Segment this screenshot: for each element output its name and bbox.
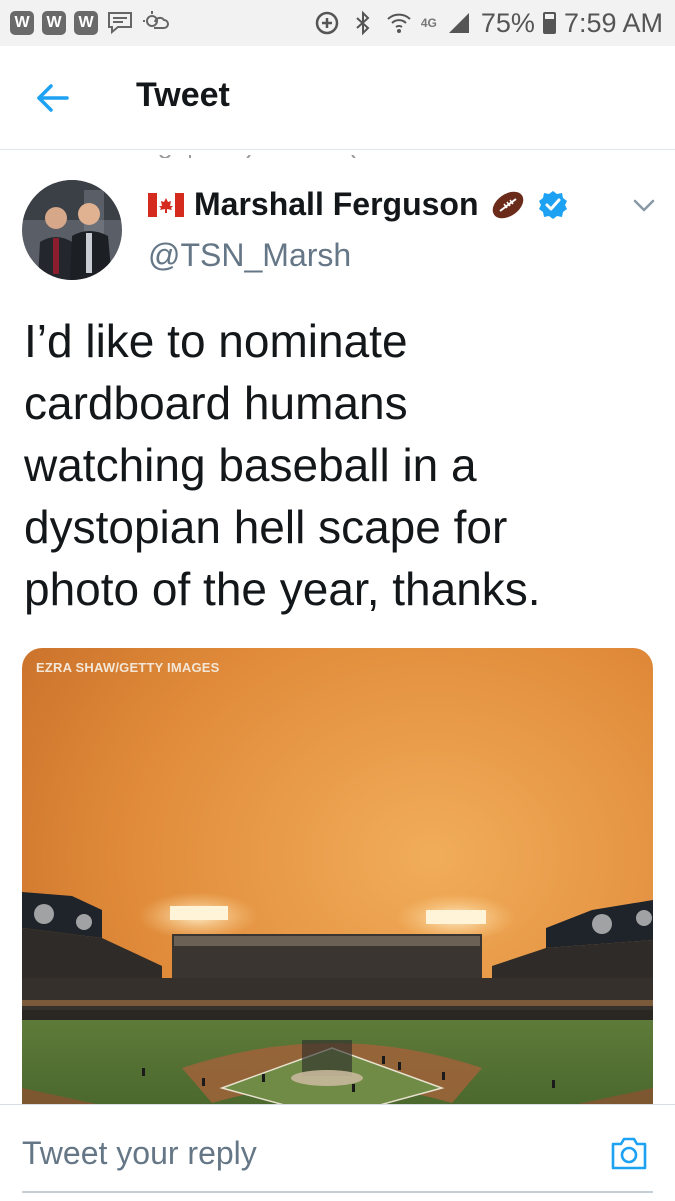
battery-icon [542,12,556,34]
author-name: Marshall Ferguson [194,186,479,222]
weather-icon [142,9,170,37]
notification-badge: W [10,11,34,35]
page-title: Tweet [136,76,230,114]
status-bar-left: W W W [10,9,170,37]
photo-credit: EZRA SHAW/GETTY IMAGES [36,660,220,675]
camera-button[interactable] [607,1133,651,1173]
scrolled-content-edge [0,150,675,158]
status-bar: W W W 4G 75% 7:59 AM [0,0,675,46]
author-handle[interactable]: @TSN_Marsh [148,237,351,274]
wifi-icon [385,9,413,37]
data-saver-icon [313,9,341,37]
author-row[interactable]: Marshall Ferguson [148,186,569,223]
battery-fill [544,18,554,32]
avatar[interactable] [22,180,122,280]
tweet-text: I’d like to nominate cardboard humans wa… [24,310,644,620]
tweet-photo[interactable]: EZRA SHAW/GETTY IMAGES [22,648,653,1168]
battery-percent: 75% [480,7,535,38]
tweet-options-button[interactable] [626,192,662,220]
reply-input[interactable] [22,1135,562,1172]
bluetooth-icon [349,9,377,37]
status-bar-right: 4G 75% 7:59 AM [313,8,663,39]
signal-icon [445,9,473,37]
clock: 7:59 AM [563,7,663,38]
message-icon [106,9,134,37]
notification-badge: W [74,11,98,35]
camera-icon [611,1137,647,1170]
reply-input-underline [22,1191,653,1193]
tweet-text-line: dystopian hell scape for [24,501,508,553]
notification-badge: W [42,11,66,35]
reply-bar [0,1104,675,1201]
tweet-text-line: photo of the year, thanks. [24,563,541,615]
canada-flag-icon [148,192,184,217]
app-header: Tweet [0,46,675,150]
tweet-text-line: watching baseball in a [24,439,477,491]
back-button[interactable] [30,78,74,118]
stadium-photo [22,648,653,1168]
football-icon [492,191,523,218]
tweet-text-line: I’d like to nominate [24,315,408,367]
tweet-text-line: cardboard humans [24,377,408,429]
back-arrow-icon [37,84,69,112]
network-type: 4G [420,16,437,30]
chevron-down-icon [633,199,655,212]
verified-badge-icon [538,190,567,219]
